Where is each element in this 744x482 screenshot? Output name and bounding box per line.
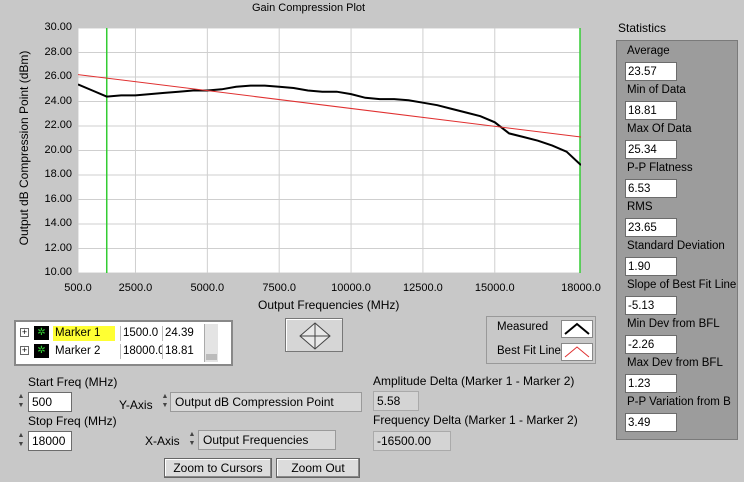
stat-value: 3.49: [625, 413, 677, 432]
stat-label: Slope of Best Fit Line: [627, 279, 737, 291]
marker-cursor-icon: ✲: [34, 326, 49, 340]
y-axis-selector[interactable]: Output dB Compression Point: [170, 392, 362, 412]
stat-label: P-P Variation from B: [627, 396, 731, 408]
y-tick-label: 12.00: [44, 241, 72, 254]
y-tick-label: 10.00: [44, 266, 72, 278]
stop-freq-spinner[interactable]: ▲ ▼: [16, 431, 26, 451]
x-tick-label: 18000.0: [561, 282, 601, 294]
y-tick-label: 14.00: [44, 217, 72, 229]
stat-value: -2.26: [625, 335, 677, 354]
stat-value: 25.34: [625, 140, 677, 159]
stat-value: 6.53: [625, 179, 677, 198]
legend-bestfit-swatch: [561, 343, 593, 361]
stat-value: 18.81: [625, 101, 677, 120]
x-tick-label: 2500.0: [118, 282, 153, 294]
scrollbar-thumb[interactable]: [206, 354, 217, 360]
x-axis-selector-label: X-Axis: [145, 434, 180, 448]
amplitude-delta-label: Amplitude Delta (Marker 1 - Marker 2): [373, 374, 575, 388]
stop-freq-input[interactable]: 18000: [28, 431, 72, 451]
stat-value: 23.65: [625, 218, 677, 237]
y-tick-label: 30.00: [44, 21, 72, 33]
legend-bestfit-label: Best Fit Line: [497, 345, 561, 357]
marker-table-scrollbar[interactable]: [204, 324, 218, 362]
stat-label: Min of Data: [627, 84, 686, 96]
x-axis-spinner[interactable]: ▲ ▼: [187, 430, 197, 450]
y-tick-label: 22.00: [44, 119, 72, 131]
marker-x: 18000.0: [120, 344, 162, 359]
expand-icon[interactable]: +: [20, 346, 29, 355]
diamond-arrows-icon: [299, 322, 331, 350]
x-tick-label: 10000.0: [331, 282, 371, 294]
y-tick-label: 16.00: [44, 192, 72, 205]
amplitude-delta-value: 5.58: [373, 391, 419, 411]
marker-x: 1500.0: [120, 326, 162, 341]
start-freq-spinner[interactable]: ▲ ▼: [16, 392, 26, 412]
stat-value: -5.13: [625, 296, 677, 315]
legend-measured-swatch: [561, 320, 593, 338]
frequency-delta-label: Frequency Delta (Marker 1 - Marker 2): [373, 413, 578, 427]
stat-value: 1.90: [625, 257, 677, 276]
stat-label: Standard Deviation: [627, 240, 725, 252]
gain-compression-plot[interactable]: [78, 28, 581, 273]
plot-title: Gain Compression Plot: [252, 2, 366, 14]
stat-value: 23.57: [625, 62, 677, 81]
stat-label: Max Of Data: [627, 123, 692, 135]
stat-value: 1.23: [625, 374, 677, 393]
x-tick-label: 15000.0: [474, 282, 515, 294]
stat-label: Min Dev from BFL: [627, 318, 720, 330]
marker-name: Marker 1: [53, 326, 115, 341]
x-axis-selector[interactable]: Output Frequencies: [198, 430, 336, 450]
stat-label: P-P Flatness: [627, 162, 693, 174]
x-tick-label: 12500.0: [403, 282, 443, 294]
marker-y: 18.81: [162, 344, 202, 359]
x-axis-label: Output Frequencies (MHz): [258, 298, 400, 312]
stat-label: RMS: [627, 201, 653, 213]
stat-label: Max Dev from BFL: [627, 357, 723, 369]
y-tick-label: 26.00: [44, 70, 72, 82]
zoom-to-cursors-button[interactable]: Zoom to Cursors: [164, 458, 272, 478]
legend-measured-label: Measured: [497, 321, 549, 333]
statistics-heading: Statistics: [618, 21, 667, 35]
expand-icon[interactable]: +: [20, 328, 29, 337]
x-tick-label: 5000.0: [190, 282, 225, 294]
x-tick-label: 500.0: [64, 282, 92, 294]
marker-table[interactable]: + ✲ Marker 1 1500.0 24.39 + ✲ Marker 2 1…: [14, 320, 233, 366]
y-tick-label: 24.00: [44, 94, 72, 107]
y-axis-selector-label: Y-Axis: [119, 398, 153, 412]
y-axis-spinner[interactable]: ▲ ▼: [160, 392, 170, 412]
marker-cursor-icon: ✲: [34, 344, 49, 358]
y-tick-label: 20.00: [44, 143, 72, 156]
marker-name: Marker 2: [55, 345, 101, 357]
plot-legend: Measured Best Fit Line: [486, 316, 596, 364]
cursor-move-pad[interactable]: [285, 318, 343, 352]
y-tick-label: 28.00: [44, 45, 72, 58]
marker-y: 24.39: [162, 326, 202, 341]
frequency-delta-value: -16500.00: [373, 431, 451, 451]
stop-freq-label: Stop Freq (MHz): [28, 414, 117, 428]
zoom-out-button[interactable]: Zoom Out: [276, 458, 360, 478]
start-freq-input[interactable]: 500: [28, 392, 72, 412]
y-tick-label: 18.00: [44, 168, 72, 180]
start-freq-label: Start Freq (MHz): [28, 375, 118, 389]
stat-label: Average: [627, 45, 670, 57]
x-tick-label: 7500.0: [262, 282, 297, 294]
